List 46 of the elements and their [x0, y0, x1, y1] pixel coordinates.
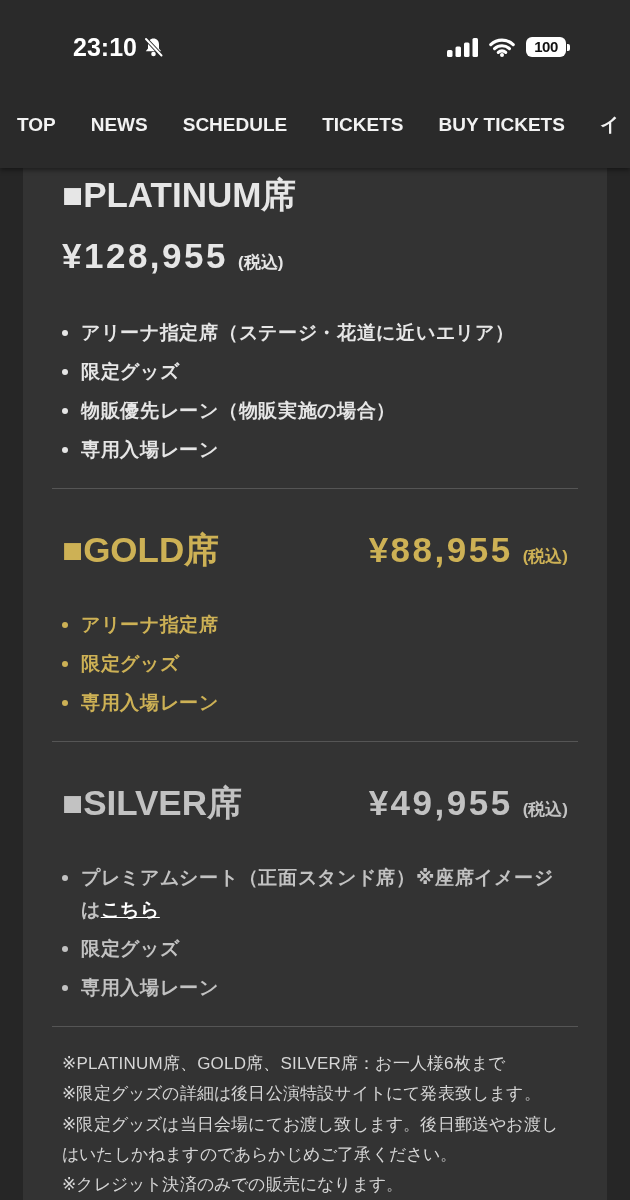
feature-text: アリーナ指定席（ステージ・花道に近いエリア）: [81, 321, 516, 345]
bullet-icon: [62, 875, 68, 881]
bullet-icon: [62, 946, 68, 952]
bell-slash-icon: [142, 37, 164, 57]
signal-icon: [447, 37, 478, 57]
feature-text: 物販優先レーン（物販実施の場合）: [81, 399, 398, 423]
seat-tier-title: ■PLATINUM席: [62, 175, 298, 215]
feature-text: 専用入場レーン: [81, 691, 220, 715]
feature-text: アリーナ指定席: [81, 613, 220, 637]
nav-link[interactable]: TOP: [17, 113, 56, 137]
bullet-icon: [62, 408, 68, 414]
seat-tier-title: ■GOLD席: [62, 530, 220, 570]
note-text: ※クレジット決済のみでの販売になります。: [62, 1174, 405, 1196]
note-text: ※PLATINUM席、GOLD席、SILVER席：お一人様6枚まで: [62, 1053, 507, 1075]
nav-link[interactable]: SCHEDULE: [182, 113, 288, 137]
price-text: ¥128,955: [62, 235, 228, 277]
bullet-icon: [62, 661, 68, 667]
seat-tier-title: ■SILVER席: [62, 783, 242, 823]
battery-percentage: 100: [526, 37, 566, 57]
bullet-icon: [62, 447, 68, 453]
feature-text: 専用入場レーン: [81, 438, 220, 462]
feature-text: プレミアムシート（正面スタンド席）※座席イメージは こちら: [81, 866, 555, 922]
battery-terminal-icon: [567, 43, 570, 51]
feature-text: 限定グッズ: [81, 360, 181, 384]
bullet-icon: [62, 700, 68, 706]
bullet-icon: [62, 622, 68, 628]
nav-link[interactable]: NEWS: [90, 113, 148, 137]
feature-text: 限定グッズ: [81, 937, 181, 961]
bullet-icon: [62, 330, 68, 336]
wifi-icon: [489, 37, 515, 57]
tax-note: (税込): [522, 799, 568, 821]
feature-text: 専用入場レーン: [81, 976, 220, 1000]
bullet-icon: [62, 369, 68, 375]
clock-time: 23:10: [73, 32, 137, 62]
seat-image-link[interactable]: こちら: [100, 899, 160, 920]
tax-note: (税込): [238, 252, 284, 274]
price-text: ¥49,955: [368, 783, 513, 823]
nav-link[interactable]: TICKETS: [322, 113, 404, 137]
note-text: ※限定グッズの詳細は後日公演特設サイトにて発表致します。: [62, 1083, 542, 1106]
bullet-icon: [62, 985, 68, 991]
price-text: ¥88,955: [368, 530, 513, 570]
tax-note: (税込): [522, 546, 568, 568]
feature-text: 限定グッズ: [81, 652, 181, 676]
note-text: ※限定グッズは当日会場にてお渡し致します。後日郵送やお渡しはいたしかねますのであらかじめご了承ください。: [62, 1113, 560, 1166]
nav-link[interactable]: BUY TICKETS: [438, 113, 565, 137]
nav-link[interactable]: イ: [599, 113, 619, 137]
